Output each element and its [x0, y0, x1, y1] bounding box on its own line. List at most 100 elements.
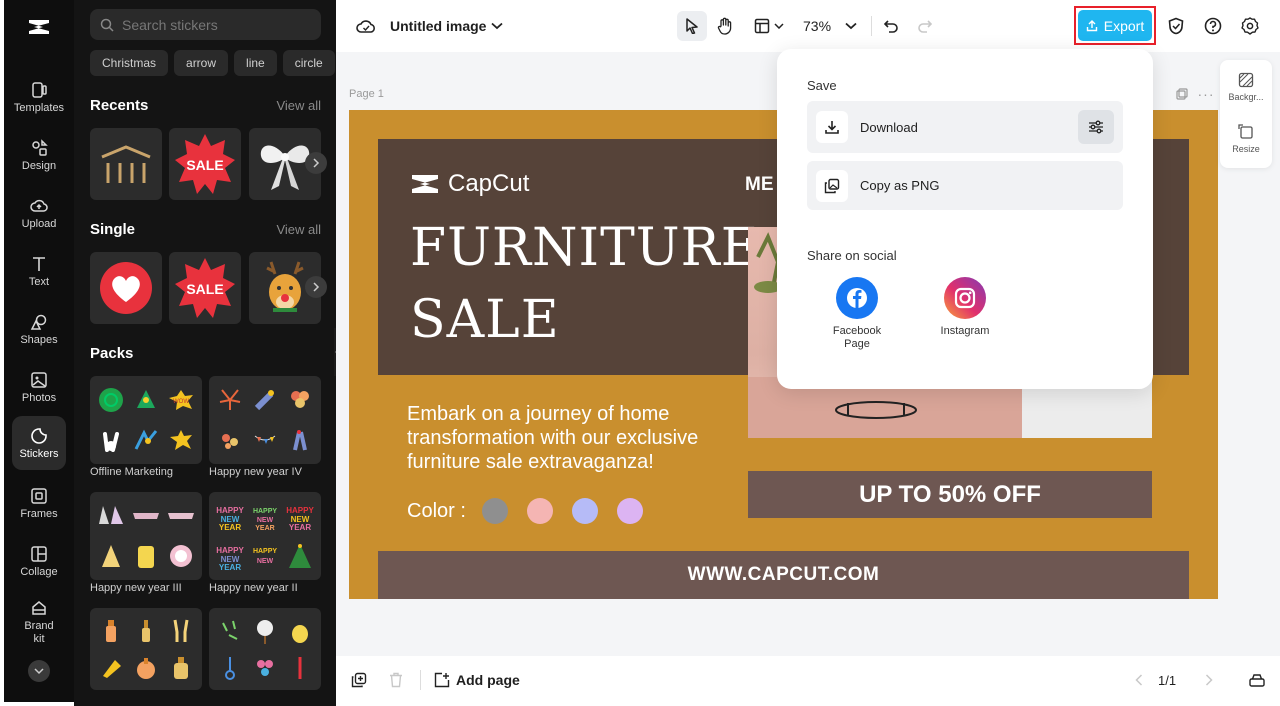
color-swatch-lavender[interactable]: [617, 498, 643, 524]
nav-collage[interactable]: Collage: [12, 534, 66, 588]
hand-tool-button[interactable]: [714, 11, 736, 41]
download-option[interactable]: Download: [807, 101, 1123, 153]
save-section-title: Save: [807, 78, 837, 93]
nav-stickers[interactable]: Stickers: [12, 416, 66, 470]
design-color-label[interactable]: Color :: [407, 498, 466, 524]
svg-text:YEAR: YEAR: [255, 525, 274, 530]
nav-text[interactable]: Text: [12, 244, 66, 298]
resize-tool[interactable]: Resize: [1220, 124, 1272, 154]
upload-cloud-icon: [30, 199, 48, 212]
settings-button[interactable]: [1239, 14, 1261, 38]
copy-png-option[interactable]: Copy as PNG: [807, 161, 1123, 210]
export-menu: Save Download Copy as PNG Share on socia…: [777, 49, 1153, 389]
share-facebook-option[interactable]: Facebook Page: [822, 277, 892, 351]
nav-shapes[interactable]: Shapes: [12, 302, 66, 356]
zoom-level[interactable]: 73%: [803, 14, 831, 38]
nav-brand-kit[interactable]: Brand kit: [12, 592, 66, 652]
nav-label: Stickers: [19, 447, 59, 460]
design-body-text[interactable]: Embark on a journey of home transformati…: [407, 402, 737, 474]
nav-design[interactable]: Design: [12, 128, 66, 182]
design-brand-text: CapCut: [448, 170, 530, 197]
layout-tool-button[interactable]: [752, 11, 786, 41]
zoom-dropdown-chevron-icon[interactable]: [844, 18, 858, 34]
chip-christmas[interactable]: Christmas: [90, 50, 169, 76]
app: Templates Design Upload Text Shapes Phot…: [0, 0, 1280, 706]
chevron-down-icon: [34, 668, 44, 675]
pack-happy-new-year-ii[interactable]: HAPPY NEW YEAR HAPPY NEW YEAR HAPPY NEW YEAR H…: [209, 492, 321, 580]
page-counter: 1/1: [1158, 672, 1177, 688]
nav-label: Collage: [20, 565, 58, 578]
more-nav-button[interactable]: [28, 660, 50, 682]
nav-templates[interactable]: Templates: [12, 70, 66, 124]
chevron-left-icon: [1135, 674, 1143, 686]
title-dropdown-chevron-icon[interactable]: [490, 18, 504, 34]
download-settings-button[interactable]: [1078, 110, 1114, 144]
sliders-icon: [1089, 120, 1103, 134]
pack-happy-new-year-iii[interactable]: [90, 492, 202, 580]
sticker-sale-burst-2[interactable]: SALE: [169, 252, 241, 324]
pages-panel-button[interactable]: [1247, 670, 1267, 690]
brand-kit-icon: [32, 600, 46, 615]
design-headline-2[interactable]: SALE: [410, 290, 560, 350]
shield-button[interactable]: [1165, 14, 1187, 38]
help-button[interactable]: [1202, 14, 1224, 38]
single-view-all-link[interactable]: View all: [276, 222, 321, 237]
color-swatch-gray[interactable]: [482, 498, 508, 524]
sticker-heart[interactable]: [90, 252, 162, 324]
collage-icon: [31, 545, 47, 562]
add-page-icon: [434, 672, 450, 688]
sticker-sale-burst[interactable]: SALE: [169, 128, 241, 200]
nav-photos[interactable]: Photos: [12, 360, 66, 414]
single-next-button[interactable]: [305, 276, 327, 298]
share-section-title: Share on social: [807, 248, 897, 263]
nav-label: Photos: [21, 391, 57, 404]
color-swatch-periwinkle[interactable]: [572, 498, 598, 524]
capcut-logo-icon: [412, 175, 438, 193]
color-swatch-pink[interactable]: [527, 498, 553, 524]
cloud-sync-icon[interactable]: [356, 14, 376, 38]
add-page-button[interactable]: Add page: [434, 668, 520, 692]
export-button[interactable]: Export: [1078, 10, 1152, 41]
design-brand-logo[interactable]: CapCut: [410, 170, 530, 197]
design-headline-1[interactable]: FURNITURE: [410, 218, 760, 278]
nav-frames[interactable]: Frames: [12, 476, 66, 530]
page-more-icon[interactable]: ···: [1198, 86, 1214, 102]
duplicate-button[interactable]: [350, 671, 368, 689]
copy-image-icon: [816, 169, 848, 202]
select-tool-button[interactable]: [677, 11, 707, 41]
next-page-button[interactable]: [1202, 671, 1216, 689]
instagram-label: Instagram: [940, 325, 990, 337]
sticker-arch-lines[interactable]: [90, 128, 162, 200]
share-instagram-option[interactable]: Instagram: [930, 277, 1000, 337]
photos-icon: [31, 371, 47, 388]
search-stickers-input[interactable]: Search stickers: [90, 9, 321, 40]
chevron-down-icon: [774, 23, 784, 29]
design-offer-banner[interactable]: UP TO 50% OFF: [748, 471, 1152, 518]
pack-happy-new-year-iv[interactable]: [209, 376, 321, 464]
pack-drinks[interactable]: [90, 608, 202, 690]
recents-next-button[interactable]: [305, 152, 327, 174]
undo-button[interactable]: [880, 14, 902, 38]
delete-page-button[interactable]: [387, 671, 405, 689]
chevron-right-icon: [313, 158, 320, 168]
chip-circle[interactable]: circle: [282, 50, 335, 76]
document-title[interactable]: Untitled image: [390, 14, 486, 38]
help-icon: [1204, 17, 1222, 35]
redo-button[interactable]: [914, 14, 936, 38]
background-tool[interactable]: Backgr...: [1220, 72, 1272, 102]
prev-page-button[interactable]: [1132, 671, 1146, 689]
chip-line[interactable]: line: [234, 50, 277, 76]
sale-sticker-text: SALE: [186, 281, 223, 297]
capcut-logo-icon[interactable]: [20, 10, 58, 44]
design-partial-heading[interactable]: ME: [745, 174, 774, 196]
chip-arrow[interactable]: arrow: [174, 50, 229, 76]
recents-view-all-link[interactable]: View all: [276, 98, 321, 113]
nav-upload[interactable]: Upload: [12, 186, 66, 240]
duplicate-icon: [351, 672, 367, 688]
design-url-banner[interactable]: WWW.CAPCUT.COM: [378, 551, 1189, 599]
duplicate-page-icon[interactable]: [1174, 86, 1190, 102]
svg-text:NEW: NEW: [257, 558, 274, 565]
export-label: Export: [1103, 17, 1145, 34]
pack-offline-marketing[interactable]: WOW: [90, 376, 202, 464]
pack-food-drink[interactable]: [209, 608, 321, 690]
